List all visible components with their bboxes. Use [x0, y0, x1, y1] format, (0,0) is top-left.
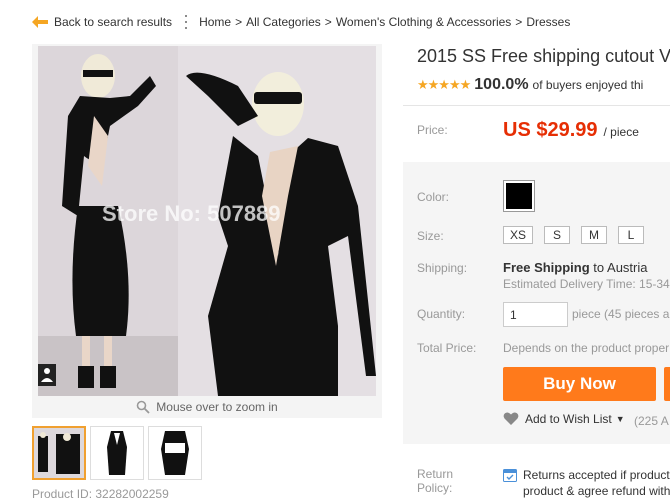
- buy-now-button[interactable]: Buy Now: [503, 367, 656, 401]
- wish-list-label: Add to Wish List: [525, 412, 612, 426]
- price-row: US $29.99 / piece: [503, 119, 639, 142]
- thumbnail-2[interactable]: [90, 426, 144, 480]
- size-option-l[interactable]: L: [618, 226, 645, 244]
- product-title: 2015 SS Free shipping cutout V: [417, 46, 670, 66]
- price-value: US $29.99: [503, 119, 598, 141]
- swatch-fill: [506, 183, 532, 209]
- quantity-label: Quantity:: [417, 307, 466, 321]
- size-label: Size:: [417, 229, 444, 243]
- star-rating-icon[interactable]: ★★★★★: [417, 77, 471, 93]
- shipping-line: Free Shipping to Austria: [503, 260, 670, 275]
- rating-row: ★★★★★ 100.0% of buyers enjoyed thi: [417, 76, 643, 94]
- size-option-s[interactable]: S: [544, 226, 571, 244]
- add-to-cart-button[interactable]: [664, 367, 670, 401]
- quantity-input[interactable]: [503, 302, 568, 327]
- price-unit: / piece: [603, 125, 639, 139]
- color-swatch-black[interactable]: [503, 180, 535, 212]
- size-option-xs[interactable]: XS: [503, 226, 534, 244]
- return-label-line2: Policy:: [417, 481, 453, 495]
- breadcrumb-womens-clothing[interactable]: Women's Clothing & Accessories: [336, 15, 511, 29]
- thumbnail-1[interactable]: [32, 426, 86, 480]
- zoom-hint-bar: Mouse over to zoom in: [32, 396, 382, 418]
- size-options: XS S M L: [503, 226, 645, 244]
- rating-percent: 100.0%: [474, 76, 529, 93]
- total-price-note: Depends on the product proper: [503, 341, 670, 355]
- chevron-down-icon: ▼: [615, 414, 625, 424]
- breadcrumb-separator: >: [235, 15, 243, 29]
- delivery-estimate: Estimated Delivery Time: 15-34: [503, 277, 670, 291]
- add-to-wish-list-button[interactable]: Add to Wish List ▼: [503, 412, 625, 426]
- main-product-image[interactable]: Store No: 507889: [38, 46, 376, 396]
- watermark-text: Store No: 507889: [102, 201, 281, 226]
- thumbnail-strip: [32, 426, 202, 480]
- size-option-m[interactable]: M: [581, 226, 608, 244]
- return-label-line1: Return: [417, 467, 454, 481]
- breadcrumb-separator: >: [515, 15, 523, 29]
- product-id: Product ID: 32282002259: [32, 487, 169, 501]
- wish-list-count: (225 A: [634, 414, 669, 428]
- breadcrumb-all-categories[interactable]: All Categories: [246, 15, 321, 29]
- breadcrumb-bar: Back to search results Home > All Catego…: [0, 0, 670, 44]
- quantity-note: piece (45 pieces a: [572, 307, 670, 321]
- price-label: Price:: [417, 123, 448, 137]
- breadcrumb-dresses[interactable]: Dresses: [526, 15, 570, 29]
- image-gallery: Store No: 507889 Mouse over to zoom in: [32, 44, 382, 418]
- back-arrow-icon: [32, 16, 48, 28]
- return-calendar-icon: [503, 469, 517, 482]
- back-label: Back to search results: [54, 15, 173, 29]
- return-text-line2: product & agree refund with: [523, 484, 670, 498]
- rating-text: of buyers enjoyed thi: [532, 78, 644, 92]
- shipping-info: Free Shipping to Austria Estimated Deliv…: [503, 260, 670, 291]
- thumbnail-3[interactable]: [148, 426, 202, 480]
- return-policy-label: Return Policy:: [417, 467, 453, 495]
- breadcrumb-separator: >: [324, 15, 332, 29]
- divider: [403, 105, 670, 106]
- separator-dots: [184, 15, 187, 29]
- total-price-label: Total Price:: [417, 341, 477, 355]
- zoom-hint-text: Mouse over to zoom in: [156, 400, 278, 414]
- shipping-destination[interactable]: to Austria: [593, 260, 647, 275]
- back-to-search-link[interactable]: Back to search results: [32, 15, 172, 29]
- return-policy-text: Returns accepted if product product & ag…: [503, 467, 670, 499]
- color-label: Color:: [417, 190, 450, 204]
- return-text-line1: Returns accepted if product: [523, 468, 670, 482]
- heart-icon: [503, 412, 519, 425]
- magnifier-icon: [136, 400, 150, 414]
- shipping-method[interactable]: Free Shipping: [503, 260, 590, 275]
- breadcrumb-home[interactable]: Home: [199, 15, 231, 29]
- shipping-label: Shipping:: [417, 261, 468, 275]
